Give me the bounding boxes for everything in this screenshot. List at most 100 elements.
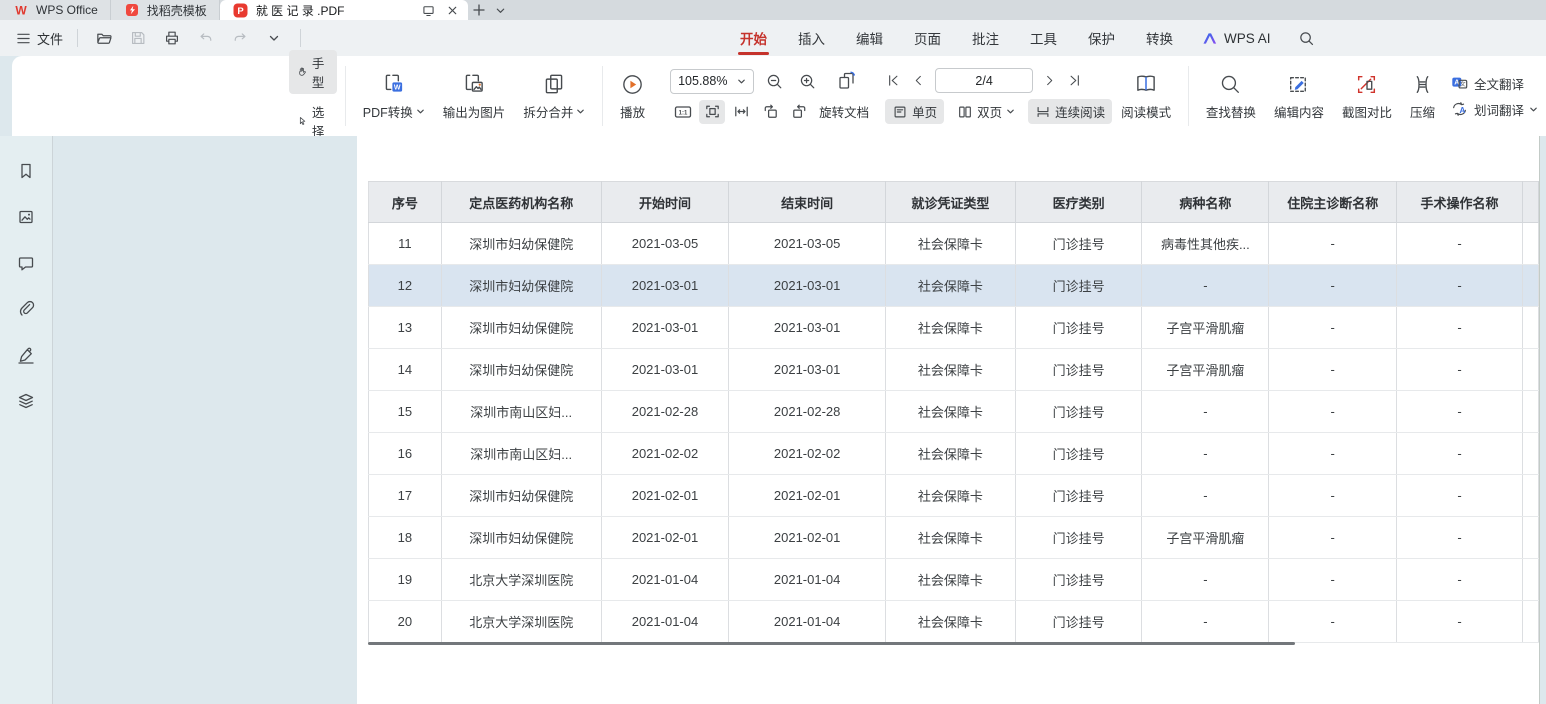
save-button[interactable] — [126, 26, 150, 50]
split-merge-button[interactable]: 拆分合并 — [514, 71, 594, 121]
find-replace-button[interactable]: 查找替换 — [1197, 72, 1265, 121]
export-image-button[interactable]: 输出为图片 — [434, 71, 515, 121]
column-header: 就诊凭证类型 — [885, 182, 1015, 223]
tab-comment[interactable]: 批注 — [970, 19, 1001, 57]
first-page-icon[interactable] — [885, 72, 902, 89]
tab-docer-templates[interactable]: 找稻壳模板 — [111, 0, 220, 20]
page-indicator-box[interactable]: 2/4 — [935, 68, 1033, 93]
wps-ai-button[interactable]: WPS AI — [1202, 31, 1271, 46]
menu-bar: 文件 开始 插入 编辑 页面 批注 工具 保护 转换 — [0, 20, 1546, 56]
tab-home[interactable]: 开始 — [738, 19, 769, 57]
cell-medical-category: 门诊挂号 — [1015, 475, 1142, 517]
cell-institution: 深圳市南山区妇... — [441, 391, 601, 433]
cell-disease-name: 子宫平滑肌瘤 — [1142, 517, 1269, 559]
cell-credential-type: 社会保障卡 — [885, 517, 1015, 559]
tab-protect[interactable]: 保护 — [1086, 19, 1117, 57]
cell-credential-type: 社会保障卡 — [885, 601, 1015, 643]
svg-text:P: P — [238, 6, 245, 17]
rotate-document-button[interactable] — [827, 69, 867, 93]
cell-seq: 12 — [369, 265, 442, 307]
wps-ai-label: WPS AI — [1224, 31, 1271, 46]
pdf-page[interactable]: 序号 定点医药机构名称 开始时间 结束时间 就诊凭证类型 医疗类别 病种名称 住… — [357, 136, 1540, 704]
cell-institution: 北京大学深圳医院 — [441, 559, 601, 601]
word-translate-button[interactable]: A 划词翻译 — [1450, 100, 1538, 119]
continuous-read-button[interactable]: 连续阅读 — [1028, 99, 1112, 124]
chevron-down-icon — [576, 107, 585, 116]
rotate-left-button[interactable] — [757, 100, 783, 124]
ribbon-tabs: 开始 插入 编辑 页面 批注 工具 保护 转换 WPS AI — [738, 20, 1315, 56]
cell-partial — [1522, 559, 1538, 601]
thumbnails-panel-button[interactable] — [13, 204, 39, 230]
edit-content-button[interactable]: 编辑内容 — [1265, 72, 1333, 121]
play-button[interactable]: 播放 — [611, 72, 654, 121]
open-file-button[interactable] — [92, 26, 116, 50]
layers-icon — [16, 391, 36, 411]
cell-end-date: 2021-02-02 — [729, 433, 886, 475]
previous-page-icon[interactable] — [911, 73, 926, 88]
table-row: 19 北京大学深圳医院 2021-01-04 2021-01-04 社会保障卡 … — [369, 559, 1539, 601]
fit-width-button[interactable] — [728, 100, 754, 124]
table-row: 13 深圳市妇幼保健院 2021-03-01 2021-03-01 社会保障卡 … — [369, 307, 1539, 349]
window-tab-bar: W WPS Office 找稻壳模板 P 就 医 记 录 .PDF — [0, 0, 1546, 20]
single-page-button[interactable]: 单页 — [885, 99, 944, 124]
fit-page-button[interactable] — [699, 100, 725, 124]
layers-panel-button[interactable] — [13, 388, 39, 414]
file-menu-button[interactable]: 文件 — [16, 29, 63, 48]
navigation-sidebar — [0, 136, 53, 704]
full-translate-button[interactable]: A文 全文翻译 — [1450, 74, 1538, 93]
tab-document-active[interactable]: P 就 医 记 录 .PDF — [220, 0, 468, 20]
next-page-icon[interactable] — [1042, 73, 1057, 88]
table-header-row: 序号 定点医药机构名称 开始时间 结束时间 就诊凭证类型 医疗类别 病种名称 住… — [369, 182, 1539, 223]
cell-partial — [1522, 349, 1538, 391]
ribbon-search-button[interactable] — [1298, 30, 1315, 47]
tab-convert[interactable]: 转换 — [1144, 19, 1175, 57]
pin-window-icon[interactable] — [420, 1, 438, 19]
cell-credential-type: 社会保障卡 — [885, 265, 1015, 307]
cell-disease-name: - — [1142, 601, 1269, 643]
attachments-panel-button[interactable] — [13, 296, 39, 322]
tab-list-chevron-icon[interactable] — [490, 0, 512, 20]
bookmarks-panel-button[interactable] — [13, 158, 39, 184]
hand-tool-button[interactable]: 手型 — [289, 50, 338, 94]
tab-edit[interactable]: 编辑 — [854, 19, 885, 57]
cell-diagnosis-name: - — [1269, 307, 1397, 349]
tab-tools[interactable]: 工具 — [1028, 19, 1059, 57]
cell-disease-name: 子宫平滑肌瘤 — [1142, 307, 1269, 349]
cell-operation-name: - — [1397, 601, 1523, 643]
redo-button[interactable] — [228, 26, 252, 50]
document-viewer[interactable]: 序号 定点医药机构名称 开始时间 结束时间 就诊凭证类型 医疗类别 病种名称 住… — [54, 136, 1546, 704]
cell-start-date: 2021-01-04 — [601, 601, 729, 643]
read-mode-button[interactable]: 阅读模式 — [1112, 71, 1180, 121]
zoom-in-button[interactable] — [794, 69, 820, 93]
compress-button[interactable]: 压缩 — [1401, 72, 1444, 121]
word-translate-label: 划词翻译 — [1474, 100, 1524, 119]
rotate-document-label[interactable]: 旋转文档 — [815, 102, 869, 121]
play-icon — [620, 72, 645, 97]
signature-panel-button[interactable] — [13, 342, 39, 368]
undo-button[interactable] — [194, 26, 218, 50]
tab-page[interactable]: 页面 — [912, 19, 943, 57]
cell-diagnosis-name: - — [1269, 265, 1397, 307]
last-page-icon[interactable] — [1066, 72, 1083, 89]
zoom-in-icon — [798, 72, 817, 91]
print-button[interactable] — [160, 26, 184, 50]
zoom-out-button[interactable] — [761, 69, 787, 93]
actual-size-button[interactable]: 1:1 — [670, 100, 696, 124]
cell-credential-type: 社会保障卡 — [885, 223, 1015, 265]
close-tab-icon[interactable] — [444, 1, 462, 19]
zoom-level-combobox[interactable]: 105.88% — [670, 69, 754, 94]
zoom-out-icon — [765, 72, 784, 91]
double-page-button[interactable]: 双页 — [950, 99, 1022, 124]
tab-insert[interactable]: 插入 — [796, 19, 827, 57]
cell-partial — [1522, 223, 1538, 265]
pdf-convert-button[interactable]: W PDF转换 — [354, 71, 434, 121]
wps-ai-logo-icon — [1202, 31, 1219, 46]
quick-access-chevron-icon[interactable] — [262, 26, 286, 50]
cell-institution: 深圳市妇幼保健院 — [441, 265, 601, 307]
new-tab-button[interactable] — [468, 0, 490, 20]
comments-panel-button[interactable] — [13, 250, 39, 276]
rotate-right-button[interactable] — [786, 100, 812, 124]
tab-wps-office[interactable]: W WPS Office — [0, 0, 111, 20]
screenshot-compare-button[interactable]: 截图对比 — [1333, 72, 1401, 121]
paperclip-icon — [16, 299, 36, 319]
